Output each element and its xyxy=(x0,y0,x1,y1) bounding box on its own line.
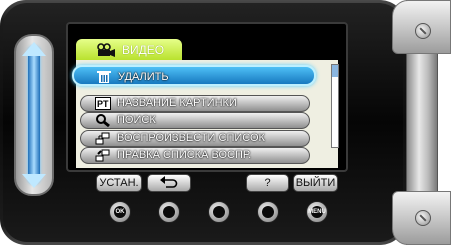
tab-video: ВИДЕО xyxy=(76,39,182,61)
hinge-cap-bottom xyxy=(392,191,451,245)
menu-item-label: ПОИСК xyxy=(117,114,156,126)
menu-item-label: НАЗВАНИЕ КАРТИНКИ xyxy=(117,97,237,109)
menu-button[interactable]: MENU xyxy=(306,201,328,223)
menu-item-delete[interactable]: УДАЛИТЬ xyxy=(72,65,316,86)
back-button[interactable] xyxy=(147,174,191,192)
scrollbar-thumb[interactable] xyxy=(332,65,338,77)
menu-item-search[interactable]: ПОИСК xyxy=(80,112,310,129)
svg-text:PT: PT xyxy=(97,99,109,109)
menu-item-event-title[interactable]: PT НАЗВАНИЕ КАРТИНКИ xyxy=(80,95,310,112)
trash-icon xyxy=(97,71,111,83)
hw-button-4[interactable] xyxy=(257,201,279,223)
hw-button-2[interactable] xyxy=(158,201,180,223)
menu-button-label: MENU xyxy=(308,209,326,215)
help-button[interactable]: ? xyxy=(246,174,289,192)
ok-button-label: OK xyxy=(115,209,125,215)
hw-button-3[interactable] xyxy=(208,201,230,223)
set-button[interactable]: УСТАН. xyxy=(96,174,142,192)
lcd-hinge xyxy=(392,0,451,245)
menu-item-playlist-play[interactable]: ВОСПРОИЗВЕСТИ СПИСОК xyxy=(80,130,310,147)
hinge-cap-top xyxy=(392,0,451,54)
playlist-edit-icon xyxy=(95,149,110,162)
slider-track[interactable] xyxy=(22,42,46,188)
menu-scrollbar[interactable] xyxy=(331,64,339,148)
search-icon xyxy=(96,114,110,127)
return-arrow-icon xyxy=(160,176,178,188)
exit-button[interactable]: ВЫЙТИ xyxy=(293,174,338,192)
up-down-arrow-icon xyxy=(22,42,46,188)
tab-title: ВИДЕО xyxy=(122,43,165,57)
screw-icon xyxy=(415,23,431,39)
menu-item-label: ПРАВКА СПИСКА ВОСПР. xyxy=(117,149,252,161)
screw-icon xyxy=(415,210,431,226)
playlist-play-icon xyxy=(95,132,110,145)
laser-touch-slider[interactable] xyxy=(14,34,54,196)
ok-button[interactable]: OK xyxy=(109,201,131,223)
menu-item-playlist-edit[interactable]: ПРАВКА СПИСКА ВОСПР. xyxy=(80,147,310,164)
video-camera-icon xyxy=(97,43,115,57)
event-tag-icon: PT xyxy=(95,97,111,110)
menu-item-label: УДАЛИТЬ xyxy=(118,71,169,83)
menu-item-label: ВОСПРОИЗВЕСТИ СПИСОК xyxy=(117,132,265,144)
